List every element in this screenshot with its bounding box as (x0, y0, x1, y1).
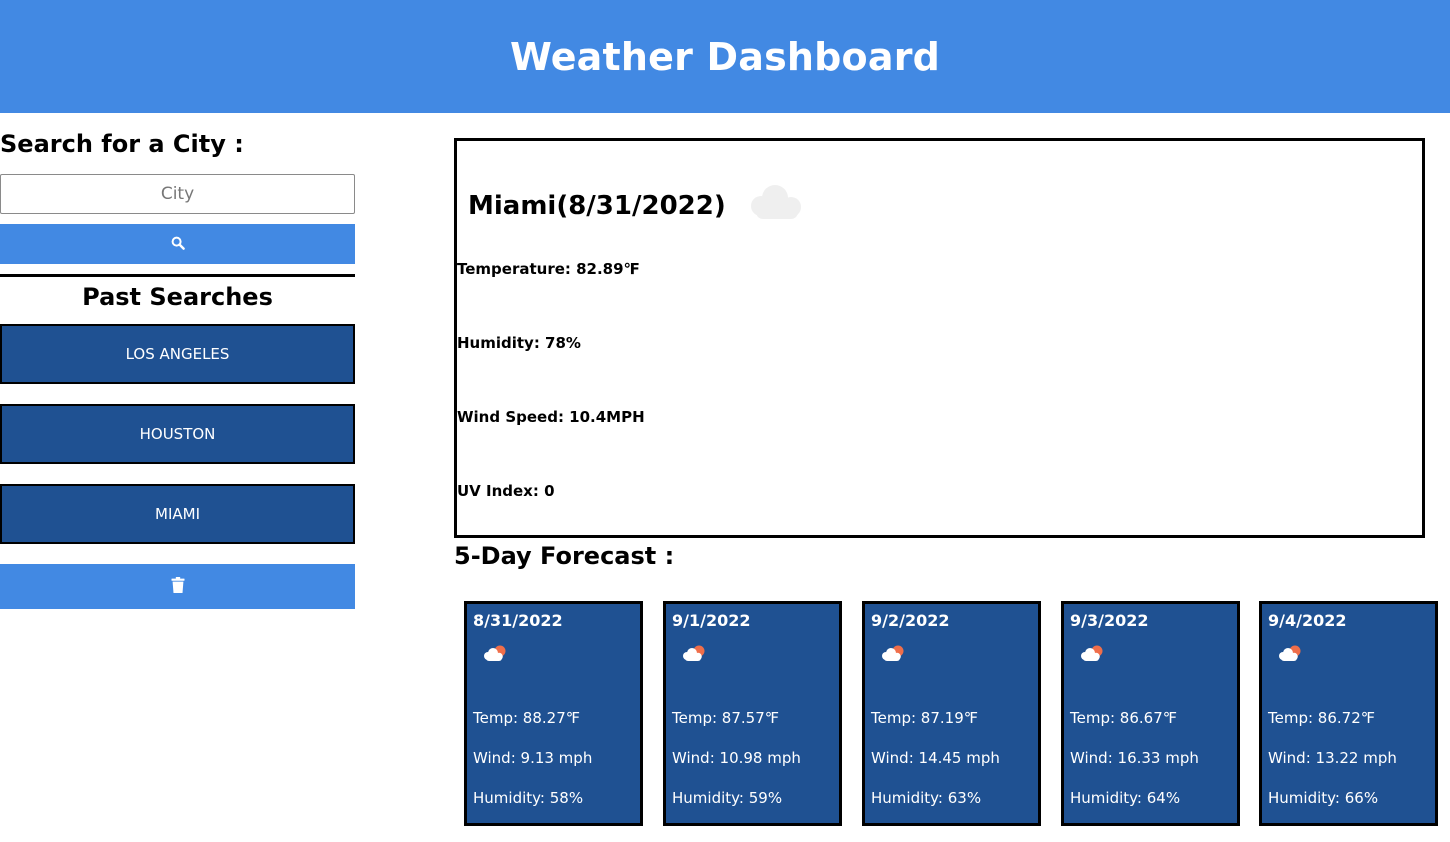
forecast-title: 5-Day Forecast : (454, 542, 675, 570)
forecast-wind: Wind: 10.98 mph (672, 749, 801, 767)
forecast-date: 9/3/2022 (1070, 611, 1149, 630)
forecast-wind: Wind: 13.22 mph (1268, 749, 1397, 767)
partly-cloudy-icon (482, 643, 510, 667)
current-weather-header: Miami(8/31/2022) (468, 185, 808, 226)
city-input[interactable] (0, 174, 355, 214)
current-city-date: Miami(8/31/2022) (468, 191, 726, 221)
search-button[interactable] (0, 224, 355, 264)
forecast-humidity: Humidity: 63% (871, 789, 982, 807)
forecast-temp: Temp: 88.27℉ (473, 709, 581, 727)
partly-cloudy-icon (1277, 643, 1305, 667)
forecast-date: 9/2/2022 (871, 611, 950, 630)
forecast-humidity: Humidity: 58% (473, 789, 584, 807)
forecast-wind: Wind: 14.45 mph (871, 749, 1000, 767)
current-uv-index: UV Index: 0 (457, 482, 555, 500)
cloud-icon (746, 182, 808, 226)
search-title: Search for a City : (0, 130, 244, 158)
forecast-card: 9/3/2022 Temp: 86.67℉ Wind: 16.33 mph Hu… (1061, 601, 1240, 826)
past-searches-title: Past Searches (82, 283, 273, 311)
trash-icon (171, 577, 185, 596)
partly-cloudy-icon (880, 643, 908, 667)
page-title: Weather Dashboard (509, 34, 941, 79)
forecast-date: 9/1/2022 (672, 611, 751, 630)
current-temperature: Temperature: 82.89℉ (457, 260, 640, 278)
page-header: Weather Dashboard (0, 0, 1450, 113)
forecast-date: 8/31/2022 (473, 611, 563, 630)
forecast-card: 9/1/2022 Temp: 87.57℉ Wind: 10.98 mph Hu… (663, 601, 842, 826)
forecast-temp: Temp: 86.67℉ (1070, 709, 1178, 727)
forecast-card: 9/2/2022 Temp: 87.19℉ Wind: 14.45 mph Hu… (862, 601, 1041, 826)
current-weather-panel: Miami(8/31/2022) Temperature: 82.89℉ Hum… (454, 138, 1425, 538)
forecast-temp: Temp: 87.19℉ (871, 709, 979, 727)
forecast-humidity: Humidity: 66% (1268, 789, 1379, 807)
forecast-humidity: Humidity: 59% (672, 789, 783, 807)
past-search-item[interactable]: HOUSTON (0, 404, 355, 464)
current-humidity: Humidity: 78% (457, 334, 581, 352)
forecast-temp: Temp: 87.57℉ (672, 709, 780, 727)
forecast-card: 9/4/2022 Temp: 86.72℉ Wind: 13.22 mph Hu… (1259, 601, 1438, 826)
past-search-item[interactable]: LOS ANGELES (0, 324, 355, 384)
current-wind-speed: Wind Speed: 10.4MPH (457, 408, 645, 426)
forecast-date: 9/4/2022 (1268, 611, 1347, 630)
forecast-temp: Temp: 86.72℉ (1268, 709, 1376, 727)
clear-history-button[interactable] (0, 564, 355, 609)
forecast-wind: Wind: 9.13 mph (473, 749, 593, 767)
partly-cloudy-icon (681, 643, 709, 667)
forecast-card: 8/31/2022 Temp: 88.27℉ Wind: 9.13 mph Hu… (464, 601, 643, 826)
forecast-wind: Wind: 16.33 mph (1070, 749, 1199, 767)
partly-cloudy-icon (1079, 643, 1107, 667)
past-search-item[interactable]: MIAMI (0, 484, 355, 544)
forecast-humidity: Humidity: 64% (1070, 789, 1181, 807)
sidebar-divider (0, 274, 355, 277)
search-icon (171, 236, 185, 253)
